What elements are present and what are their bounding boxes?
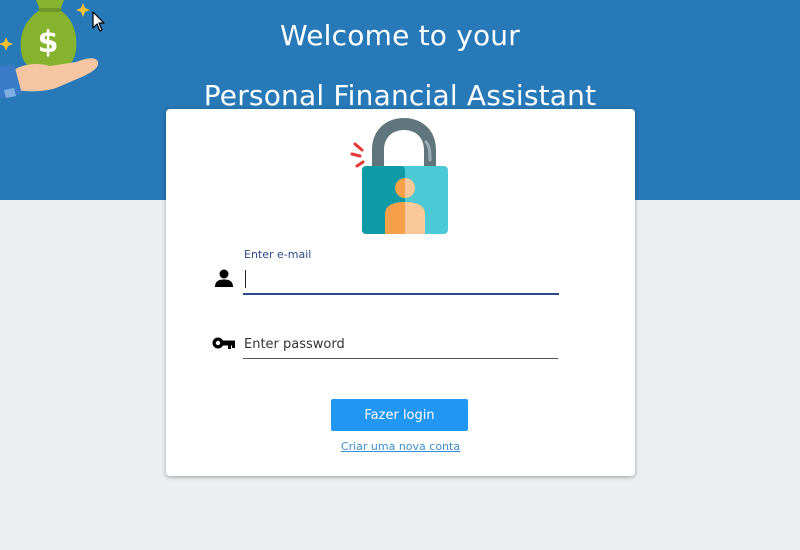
page-title-line-2: Personal Financial Assistant (203, 79, 597, 112)
email-input[interactable] (243, 267, 558, 293)
page-title-line-1: Welcome to your (280, 19, 520, 52)
person-icon (215, 269, 233, 287)
login-button[interactable]: Fazer login (331, 399, 468, 431)
text-caret (245, 270, 246, 288)
key-icon (212, 337, 235, 349)
email-field[interactable]: Enter e-mail (243, 248, 559, 296)
password-underline (243, 358, 558, 359)
email-label: Enter e-mail (244, 248, 312, 261)
login-card: Enter e-mail Fazer login Criar uma nova … (166, 109, 635, 476)
create-account-link[interactable]: Criar uma nova conta (166, 440, 635, 453)
lock-user-icon (350, 118, 448, 234)
password-field[interactable] (243, 329, 558, 360)
email-underline (243, 293, 559, 295)
password-input[interactable] (243, 333, 558, 355)
